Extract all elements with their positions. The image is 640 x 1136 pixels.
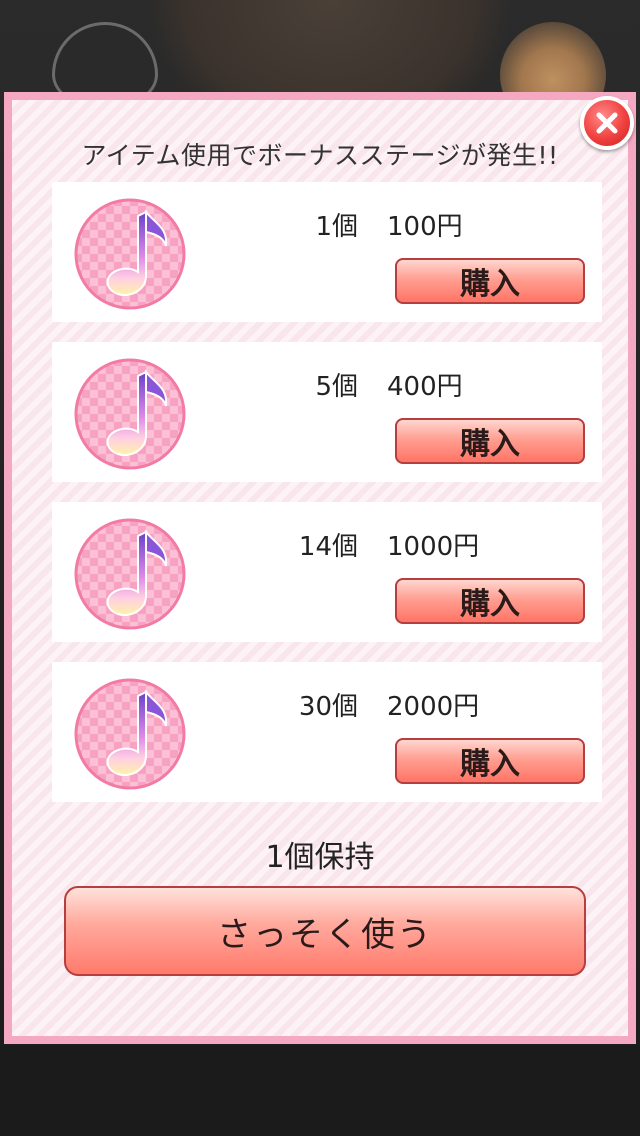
list-item: 5個 400円 購入	[52, 342, 602, 482]
music-note-icon	[74, 518, 186, 630]
dialog-body: アイテム使用でボーナスステージが発生!! 1個 100円 購入 5個 400円 …	[12, 100, 628, 1036]
buy-button[interactable]: 購入	[395, 258, 585, 304]
list-item: 14個 1000円 購入	[52, 502, 602, 642]
use-now-button[interactable]: さっそく使う	[64, 886, 586, 976]
close-icon	[594, 110, 620, 136]
bottom-bar	[0, 1046, 640, 1136]
quantity-label: 30個	[298, 692, 358, 722]
quantity-label: 1個	[315, 212, 358, 242]
music-note-icon	[74, 198, 186, 310]
purchase-dialog: アイテム使用でボーナスステージが発生!! 1個 100円 購入 5個 400円 …	[4, 92, 636, 1044]
quantity-label: 5個	[315, 372, 358, 402]
price-label: 1000円	[387, 532, 480, 562]
list-item: 1個 100円 購入	[52, 182, 602, 322]
buy-button[interactable]: 購入	[395, 578, 585, 624]
quantity-label: 14個	[298, 532, 358, 562]
music-note-icon	[74, 358, 186, 470]
list-item: 30個 2000円 購入	[52, 662, 602, 802]
price-label: 100円	[387, 212, 463, 242]
buy-button[interactable]: 購入	[395, 738, 585, 784]
price-label: 400円	[387, 372, 463, 402]
buy-button[interactable]: 購入	[395, 418, 585, 464]
music-note-icon	[74, 678, 186, 790]
dialog-title: アイテム使用でボーナスステージが発生!!	[81, 141, 559, 170]
price-label: 2000円	[387, 692, 480, 722]
close-button[interactable]	[580, 96, 634, 150]
held-count-label: 1個保持	[265, 840, 375, 875]
